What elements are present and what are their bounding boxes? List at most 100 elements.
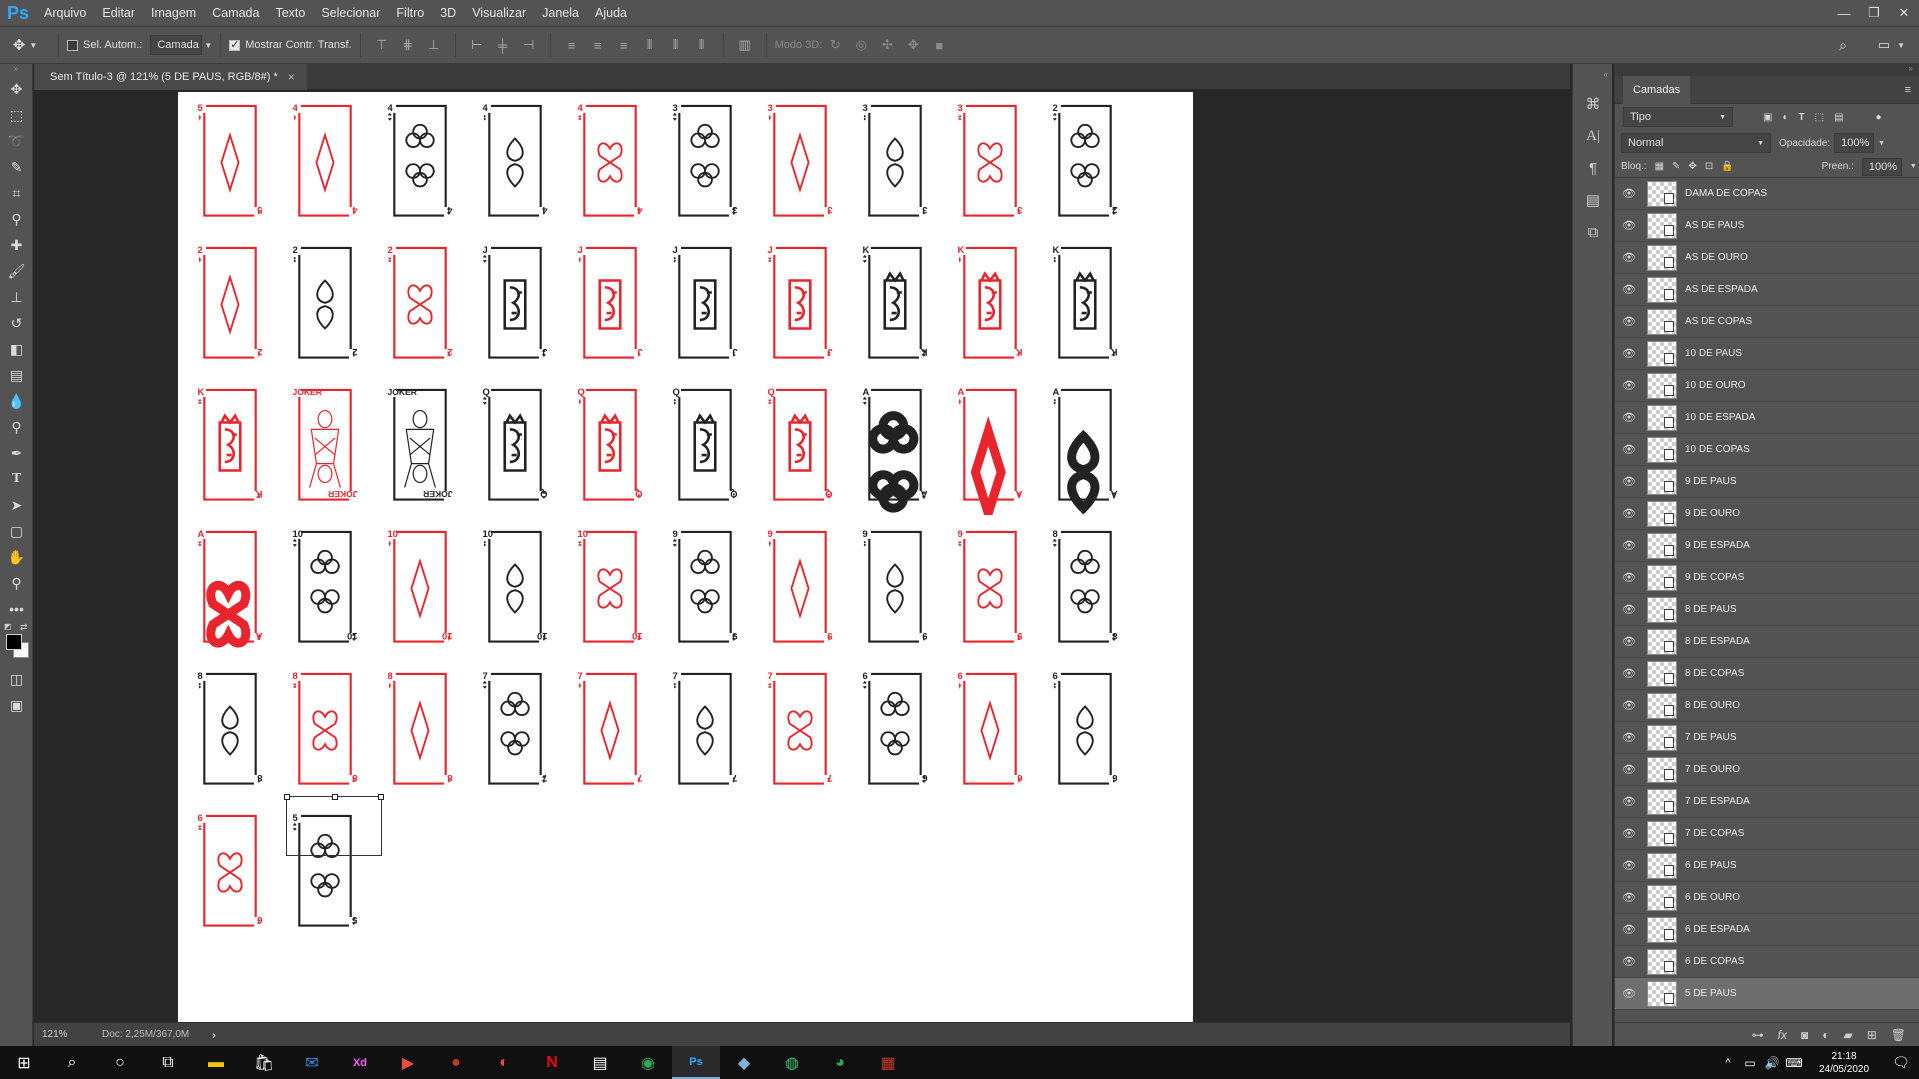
history-panel-icon[interactable]: ⌘ (1573, 88, 1613, 120)
playing-card[interactable]: AA (182, 520, 278, 657)
playing-card[interactable]: 33 (942, 94, 1038, 231)
menu-item[interactable]: Filtro (388, 0, 432, 26)
playing-card[interactable]: QQ (657, 378, 753, 515)
playing-card[interactable]: 44 (277, 94, 373, 231)
zoom-tool-icon[interactable]: ⚲ (0, 570, 33, 596)
playing-card[interactable]: 77 (562, 662, 658, 799)
visibility-eye-icon[interactable]: 👁 (1615, 731, 1643, 744)
layer-row[interactable]: 👁 AS DE COPAS (1615, 306, 1919, 338)
gradient-tool-icon[interactable]: ▤ (0, 362, 33, 388)
layer-name[interactable]: 9 DE PAUS (1685, 476, 1737, 487)
delete-layer-icon[interactable]: 🗑 (1891, 1028, 1906, 1042)
healing-brush-tool-icon[interactable]: ✚ (0, 232, 33, 258)
playing-card[interactable]: 66 (182, 804, 278, 941)
type-tool-icon[interactable]: T (0, 466, 33, 492)
layer-name[interactable]: 10 DE COPAS (1685, 444, 1750, 455)
network-icon[interactable]: ▭ (1739, 1046, 1761, 1079)
auto-align-icon[interactable]: ▥ (737, 37, 753, 53)
visibility-eye-icon[interactable]: 👁 (1615, 443, 1643, 456)
volume-icon[interactable]: 🔊 (1761, 1046, 1783, 1079)
layer-style-icon[interactable]: fx (1778, 1028, 1787, 1042)
playing-card[interactable]: 99 (847, 520, 943, 657)
layers-tab[interactable]: Camadas (1623, 75, 1691, 104)
show-hidden-icons[interactable]: ^ (1717, 1046, 1739, 1079)
playing-card[interactable]: 77 (752, 662, 848, 799)
layer-row[interactable]: 👁 8 DE OURO (1615, 690, 1919, 722)
chevron-down-icon[interactable]: ▼ (1878, 140, 1885, 147)
search-icon[interactable]: ⌕ (48, 1046, 96, 1079)
lock-all-icon[interactable]: 🔒 (1721, 161, 1733, 172)
app-icon[interactable]: ● (432, 1046, 480, 1079)
lock-artboard-icon[interactable]: ⊡ (1705, 161, 1713, 172)
pen-tool-icon[interactable]: ✒ (0, 440, 33, 466)
chevron-down-icon[interactable]: ▼ (204, 41, 212, 50)
visibility-eye-icon[interactable]: 👁 (1615, 187, 1643, 200)
layer-name[interactable]: AS DE COPAS (1685, 316, 1752, 327)
windows-start-icon[interactable]: ⊞ (0, 1046, 48, 1079)
layer-row[interactable]: 👁 9 DE PAUS (1615, 466, 1919, 498)
playing-card[interactable]: AA (942, 378, 1038, 515)
menu-item[interactable]: Janela (534, 0, 587, 26)
playing-card[interactable]: 10 10 (277, 520, 373, 657)
playing-card[interactable]: 22 (277, 236, 373, 373)
playing-card[interactable]: JJ (657, 236, 753, 373)
cortana-icon[interactable]: ○ (96, 1046, 144, 1079)
distribute-right-icon[interactable]: ⫴ (694, 37, 710, 53)
playing-card[interactable]: 77 (657, 662, 753, 799)
history-brush-tool-icon[interactable]: ↺ (0, 310, 33, 336)
playing-card[interactable]: AA (1037, 378, 1133, 515)
visibility-eye-icon[interactable]: 👁 (1615, 315, 1643, 328)
playing-card[interactable]: 88 (182, 662, 278, 799)
visibility-eye-icon[interactable]: 👁 (1615, 603, 1643, 616)
panel-menu-icon[interactable]: ≡ (1905, 84, 1911, 96)
menu-item[interactable]: Camada (204, 0, 267, 26)
auto-select-target-dropdown[interactable]: Camada (150, 35, 203, 55)
playing-card[interactable]: QQ (562, 378, 658, 515)
playing-card[interactable]: 66 (1037, 662, 1133, 799)
document-canvas[interactable]: 55444444443333333322222222JJJJJJJJKKKKKK… (178, 92, 1193, 1022)
align-bottom-icon[interactable]: ⊥ (426, 37, 442, 53)
layer-name[interactable]: 8 DE ESPADA (1685, 636, 1750, 647)
minimize-icon[interactable]: — (1829, 0, 1859, 26)
layer-row[interactable]: 👁 6 DE ESPADA (1615, 914, 1919, 946)
playing-card[interactable]: 88 (1037, 520, 1133, 657)
lasso-tool-icon[interactable]: ➰ (0, 128, 33, 154)
layer-name[interactable]: AS DE OURO (1685, 252, 1748, 263)
restore-icon[interactable]: ❐ (1859, 0, 1889, 26)
layer-row[interactable]: 👁 9 DE COPAS (1615, 562, 1919, 594)
visibility-eye-icon[interactable]: 👁 (1615, 699, 1643, 712)
app-icon-6[interactable]: ◕ (816, 1046, 864, 1079)
layer-row[interactable]: 👁 DAMA DE COPAS (1615, 178, 1919, 210)
panel-collapse-icon[interactable]: « (1573, 64, 1612, 88)
move-tool-icon[interactable]: ✥ (0, 76, 33, 102)
playing-card[interactable]: 44 (372, 94, 468, 231)
distribute-vcenter-icon[interactable]: ≡ (590, 37, 606, 53)
default-colors-icon[interactable]: ◩ (4, 622, 12, 631)
adobe-xd-icon[interactable]: Xd (336, 1046, 384, 1079)
playing-card[interactable]: 66 (942, 662, 1038, 799)
layer-row[interactable]: 👁 8 DE PAUS (1615, 594, 1919, 626)
status-arrow-icon[interactable]: › (212, 1028, 216, 1042)
layer-name[interactable]: 10 DE ESPADA (1685, 412, 1755, 423)
app-icon-7[interactable]: ▦ (864, 1046, 912, 1079)
playing-card[interactable]: KK (182, 378, 278, 515)
playing-card[interactable]: AA (847, 378, 943, 515)
lock-transparency-icon[interactable]: ▦ (1655, 161, 1664, 172)
playing-card[interactable]: JJ (752, 236, 848, 373)
eraser-tool-icon[interactable]: ◧ (0, 336, 33, 362)
dodge-tool-icon[interactable]: ⚲ (0, 414, 33, 440)
new-group-icon[interactable]: ▰ (1843, 1028, 1852, 1042)
playing-card[interactable]: KK (942, 236, 1038, 373)
align-hcenter-icon[interactable]: ╪ (495, 37, 511, 53)
playing-card[interactable]: 99 (657, 520, 753, 657)
mail-icon[interactable]: ✉ (288, 1046, 336, 1079)
layer-row[interactable]: 👁 8 DE COPAS (1615, 658, 1919, 690)
playing-card[interactable]: 44 (467, 94, 563, 231)
playing-card[interactable]: 44 (562, 94, 658, 231)
adjustment-layer-icon[interactable]: ◐ (1822, 1028, 1829, 1042)
playing-card[interactable]: 22 (182, 236, 278, 373)
media-player-icon[interactable]: ▶ (384, 1046, 432, 1079)
app-icon-4[interactable]: ◆ (720, 1046, 768, 1079)
foreground-color-swatch[interactable] (6, 634, 22, 650)
visibility-eye-icon[interactable]: 👁 (1615, 219, 1643, 232)
